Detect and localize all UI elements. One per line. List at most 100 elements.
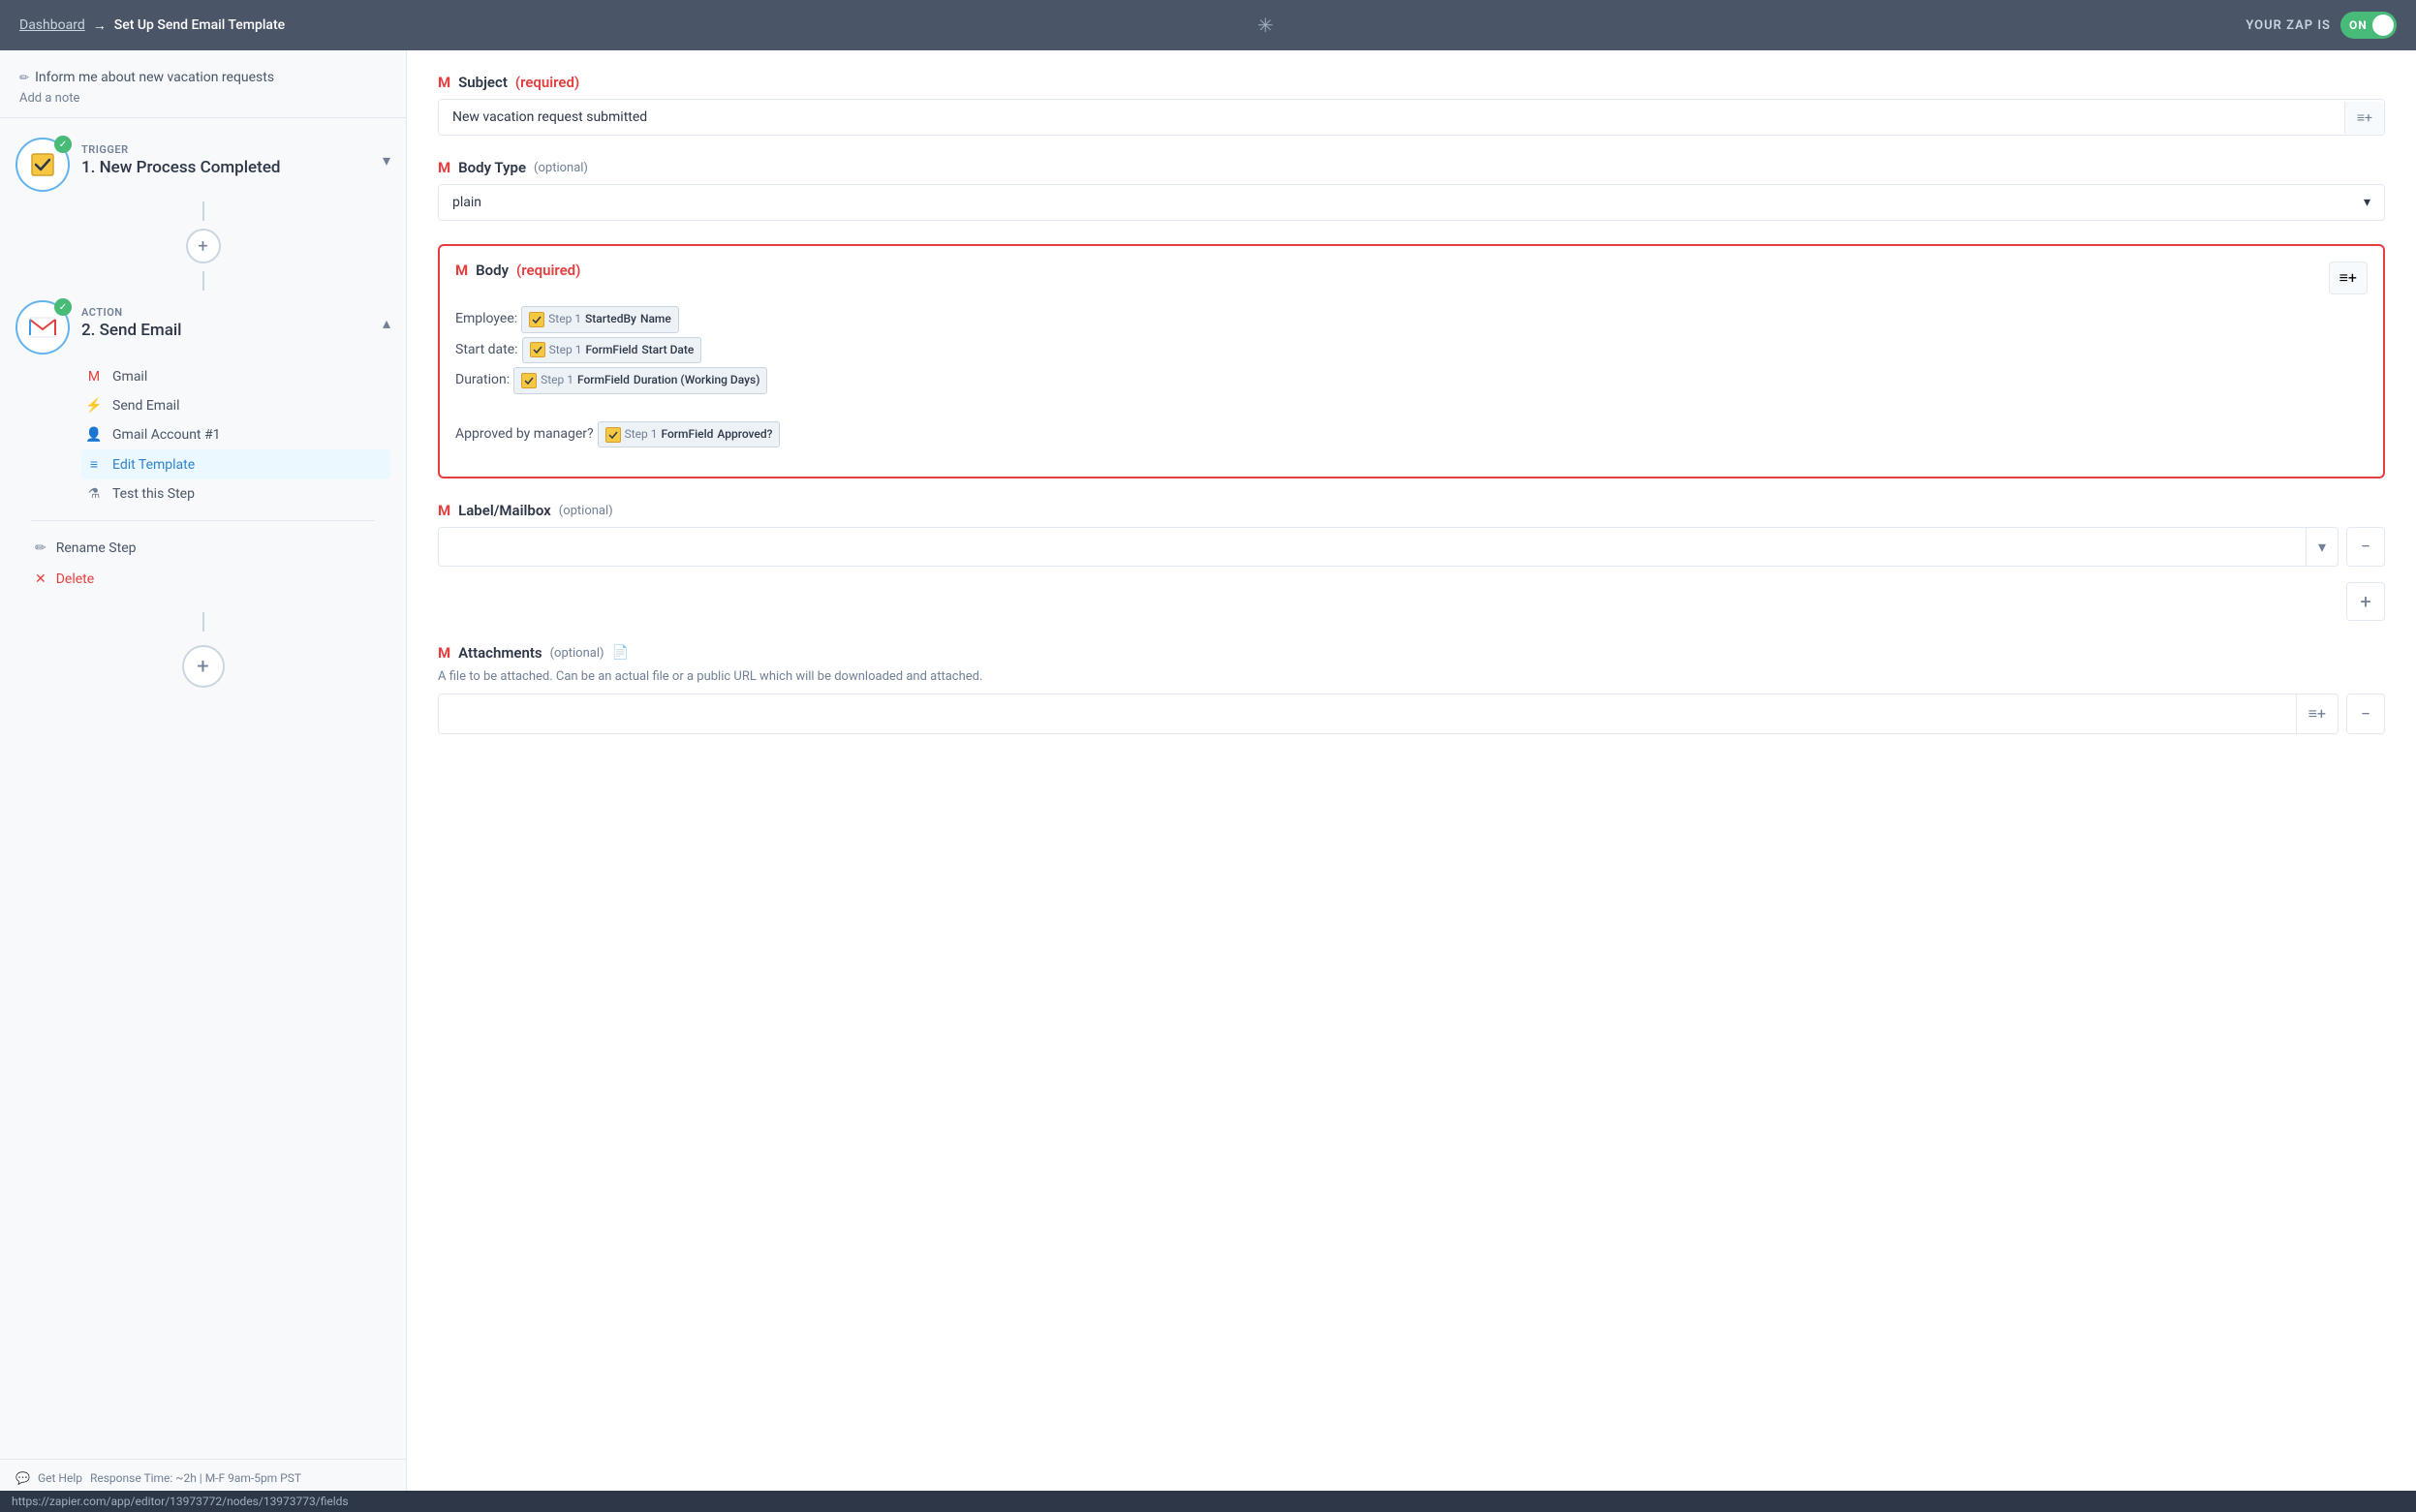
logo-asterisk: ✳	[1257, 14, 1274, 37]
pencil-icon: ✏	[19, 71, 29, 84]
label-mailbox-input[interactable]: ▾	[438, 527, 2339, 567]
token-step1-approved[interactable]: Step 1 FormField Approved?	[598, 421, 781, 448]
body-row-employee: Employee: Step 1 StartedBy Name	[455, 306, 2368, 333]
body-content[interactable]: Employee: Step 1 StartedBy Name Start da	[455, 306, 2368, 461]
get-help-response: Response Time: ~2h | M-F 9am-5pm PST	[90, 1471, 301, 1485]
body-field-group: M Body (required) ≡+ Employee:	[438, 244, 2385, 478]
add-step-button-2[interactable]: +	[182, 645, 225, 688]
zapier-logo: ✳	[1257, 14, 1274, 37]
body-field-container: M Body (required) ≡+ Employee:	[438, 244, 2385, 478]
delete-icon: ✕	[35, 571, 46, 587]
attachments-label-text: Attachments	[458, 644, 542, 662]
chevron-down-icon: ▾	[2364, 195, 2370, 210]
sidebar-item-edit-template-label: Edit Template	[112, 457, 195, 473]
add-step-button-1[interactable]: +	[186, 229, 221, 263]
token-checkbox-icon-4	[605, 427, 621, 443]
delete-step-item[interactable]: ✕ Delete	[15, 564, 390, 595]
subject-expand-button[interactable]: ≡+	[2344, 102, 2384, 134]
trigger-icon-wrap: ✓	[15, 138, 70, 192]
sidebar-item-test-step[interactable]: ⚗ Test this Step	[81, 479, 390, 509]
connector-3	[0, 610, 406, 633]
rename-step-item[interactable]: ✏ Rename Step	[15, 533, 390, 564]
sidebar-item-send-email-label: Send Email	[112, 398, 180, 414]
attachment-remove-button[interactable]: −	[2346, 694, 2385, 734]
body-type-select[interactable]: plain ▾	[438, 184, 2385, 221]
status-bar: https://zapier.com/app/editor/13973772/n…	[0, 1491, 2416, 1512]
toggle-label: ON	[2349, 18, 2368, 32]
token-step1-label-4: Step 1	[625, 424, 658, 446]
subject-value: New vacation request submitted	[452, 109, 2335, 125]
add-note-button[interactable]: Add a note	[19, 91, 387, 106]
attachments-optional: (optional)	[550, 646, 604, 661]
breadcrumb: Dashboard → Set Up Send Email Template	[19, 17, 285, 34]
token-step1-startdate[interactable]: Step 1 FormField Start Date	[522, 337, 702, 364]
expand-list-icon-body: ≡+	[2339, 268, 2357, 287]
action-sub-list: M Gmail ⚡ Send Email 👤 Gmail Account #1 …	[81, 362, 390, 509]
attachment-value	[439, 704, 2296, 724]
sidebar-item-gmail-account[interactable]: 👤 Gmail Account #1	[81, 420, 390, 449]
trigger-check-icon: ✓	[54, 136, 72, 153]
sidebar: ✏ Inform me about new vacation requests …	[0, 50, 407, 1512]
rename-step-label: Rename Step	[56, 540, 137, 556]
action-icon-wrap: ✓	[15, 300, 70, 355]
token-step1-startedby[interactable]: Step 1 StartedBy Name	[521, 306, 679, 333]
startdate-label: Start date:	[455, 338, 518, 362]
workflow-title: ✏ Inform me about new vacation requests	[19, 70, 387, 85]
body-header-row: M Body (required) ≡+	[455, 262, 2368, 294]
body-label-text: Body	[476, 262, 509, 279]
expand-list-icon: ≡+	[2357, 110, 2372, 126]
token-startedby-field: StartedBy	[585, 309, 636, 330]
employee-label: Employee:	[455, 307, 517, 331]
connector-line	[202, 201, 204, 221]
token-step1-duration[interactable]: Step 1 FormField Duration (Working Days)	[513, 367, 767, 394]
subject-required: (required)	[515, 74, 579, 91]
label-mailbox-add-button[interactable]: +	[2346, 582, 2385, 621]
subject-label-text: Subject	[458, 74, 508, 91]
subject-input[interactable]: New vacation request submitted ≡+	[438, 99, 2385, 136]
body-type-label: M Body Type (optional)	[438, 159, 2385, 176]
breadcrumb-arrow: →	[93, 17, 107, 34]
sidebar-item-gmail[interactable]: M Gmail	[81, 362, 390, 391]
zap-toggle[interactable]: ON	[2340, 12, 2397, 39]
label-mailbox-label: M Label/Mailbox (optional)	[438, 502, 2385, 519]
label-mailbox-dropdown[interactable]: ▾	[2306, 528, 2338, 566]
sidebar-item-send-email[interactable]: ⚡ Send Email	[81, 391, 390, 420]
attachment-expand-button[interactable]: ≡+	[2296, 694, 2338, 733]
token-step1-label-3: Step 1	[541, 370, 573, 391]
trigger-expand-chevron[interactable]: ▾	[383, 138, 390, 170]
page-title: Set Up Send Email Template	[114, 17, 285, 33]
token-checkbox-icon-3	[521, 373, 537, 388]
label-mailbox-remove-button[interactable]: −	[2346, 527, 2385, 567]
body-row-startdate: Start date: Step 1 FormField Start Date	[455, 337, 2368, 364]
sidebar-separator	[31, 520, 375, 521]
body-row-duration: Duration: Step 1 FormField Duration (Wor…	[455, 367, 2368, 394]
sidebar-header: ✏ Inform me about new vacation requests …	[0, 66, 406, 118]
dashboard-link[interactable]: Dashboard	[19, 17, 85, 33]
body-type-optional: (optional)	[534, 161, 588, 175]
trigger-node: ✓ TRIGGER 1. New Process Completed ▾	[0, 130, 406, 200]
trigger-badge: TRIGGER	[81, 143, 371, 156]
gmail-icon-subject: M	[438, 74, 450, 91]
attachments-label: M Attachments (optional) 📄	[438, 644, 2385, 662]
duration-label: Duration:	[455, 368, 510, 392]
list-icon: ≡	[85, 456, 103, 473]
subject-field-group: M Subject (required) New vacation reques…	[438, 74, 2385, 136]
action-collapse-chevron[interactable]: ▴	[383, 300, 390, 332]
action-check-icon: ✓	[54, 298, 72, 316]
connector-1	[0, 200, 406, 223]
sidebar-item-gmail-label: Gmail	[112, 369, 147, 385]
action-title: 2. Send Email	[81, 321, 371, 340]
attachment-input[interactable]: ≡+	[438, 694, 2339, 734]
action-node: ✓ ACTION 2. Send Email ▴ M Gmail ⚡ Send …	[0, 293, 406, 602]
body-expand-button[interactable]: ≡+	[2329, 262, 2368, 294]
gmail-icon-body-type: M	[438, 159, 450, 176]
token-formfield-label-2: FormField	[577, 370, 630, 391]
sidebar-item-gmail-account-label: Gmail Account #1	[112, 427, 220, 443]
sidebar-item-edit-template[interactable]: ≡ Edit Template	[81, 449, 390, 479]
status-url: https://zapier.com/app/editor/13973772/n…	[12, 1495, 349, 1508]
token-checkbox-icon-2	[530, 342, 545, 357]
label-mailbox-label-text: Label/Mailbox	[458, 502, 551, 519]
gmail-icon-label: M	[438, 502, 450, 519]
trigger-app-icon	[29, 151, 56, 178]
token-checkbox-icon	[529, 312, 544, 327]
